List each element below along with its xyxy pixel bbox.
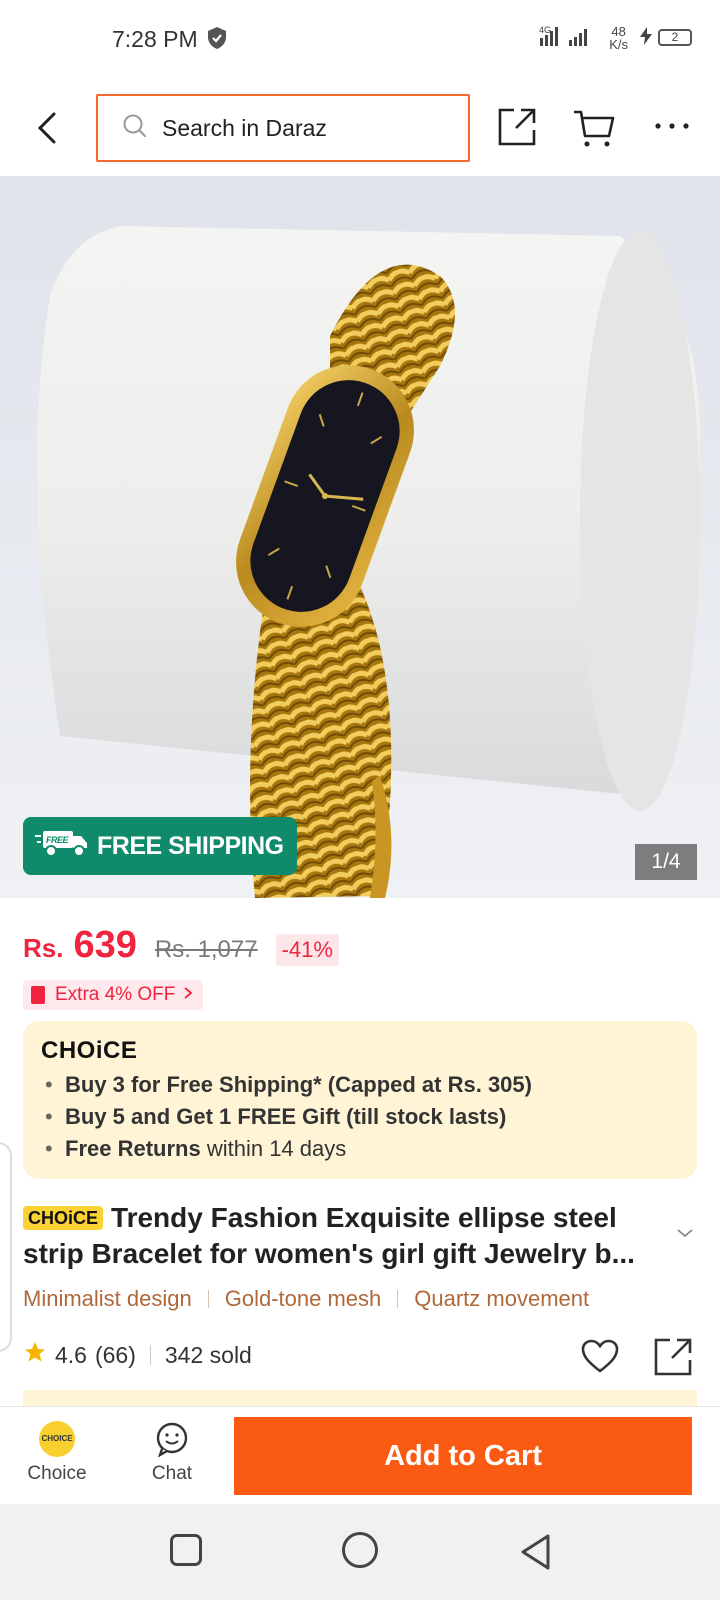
status-indicators: 4G 48 K/s 2 [539, 24, 692, 51]
choice-benefits-box[interactable]: CHOiCE • Buy 3 for Free Shipping* (Capped… [23, 1021, 697, 1179]
extra-off-promo[interactable]: Extra 4% OFF [23, 980, 204, 1010]
search-icon [122, 113, 148, 144]
speed-unit: K/s [609, 36, 628, 52]
recent-apps-button[interactable] [170, 1534, 202, 1566]
system-back-button[interactable] [518, 1532, 554, 1577]
search-placeholder: Search in Daraz [162, 114, 327, 141]
tag: Quartz movement [414, 1286, 590, 1311]
sold-count: 342 sold [164, 1341, 252, 1368]
network-speed: 48 K/s [609, 25, 628, 51]
truck-icon: FREE [35, 828, 89, 865]
wishlist-button[interactable] [580, 1338, 620, 1379]
bottom-action-bar: CHOICE Choice Chat Add to Cart [0, 1406, 720, 1504]
home-button[interactable] [342, 1532, 378, 1568]
extra-off-label: Extra 4% OFF [55, 984, 176, 1005]
back-button[interactable] [30, 110, 66, 146]
shield-icon [206, 26, 228, 55]
chat-icon [154, 1421, 190, 1458]
rating-value: 4.6 [55, 1341, 87, 1368]
product-title-line2: strip Bracelet for women's girl gift Jew… [23, 1238, 635, 1269]
share-product-button[interactable] [652, 1336, 694, 1383]
choice-label: Choice [27, 1463, 87, 1484]
back-icon [37, 112, 56, 144]
free-shipping-badge: FREE FREE SHIPPING [23, 817, 297, 875]
back-triangle-icon [521, 1534, 550, 1570]
expand-title-button[interactable] [676, 1226, 694, 1244]
list-item: • Buy 3 for Free Shipping* (Capped at Rs.… [45, 1072, 532, 1097]
rating-row[interactable]: 4.6 (66) 342 sold [23, 1340, 252, 1370]
add-to-cart-button[interactable]: Add to Cart [234, 1417, 692, 1495]
product-tags: Minimalist design Gold-tone mesh Quartz … [23, 1286, 589, 1312]
battery-level: 2 [658, 29, 692, 46]
original-price: Rs. 1,077 [154, 936, 258, 963]
choice-benefits-list: • Buy 3 for Free Shipping* (Capped at Rs.… [45, 1069, 532, 1165]
tag: Gold-tone mesh [224, 1286, 382, 1311]
battery: 2 [638, 26, 692, 49]
chevron-right-icon [183, 984, 193, 1006]
choice-logo: CHOiCE [41, 1037, 138, 1064]
choice-button[interactable]: CHOICE Choice [12, 1417, 102, 1485]
more-icon [655, 123, 689, 129]
current-price: 639 [73, 924, 137, 966]
chat-button[interactable]: Chat [127, 1417, 217, 1485]
free-shipping-label: FREE SHIPPING [97, 831, 284, 860]
star-icon [23, 1340, 47, 1370]
share-icon [498, 108, 536, 146]
review-count: (66) [94, 1341, 136, 1368]
tag: Minimalist design [23, 1286, 192, 1311]
next-section-peek [23, 1390, 697, 1406]
network-type: 4G [539, 25, 551, 35]
more-options-button[interactable] [652, 106, 692, 151]
choice-icon: CHOICE [39, 1421, 75, 1457]
search-bar[interactable]: Search in Daraz [96, 94, 470, 162]
product-title-line1: Trendy Fashion Exquisite ellipse steel [111, 1202, 617, 1233]
product-image-gallery[interactable] [0, 176, 720, 898]
product-photo [37, 226, 700, 898]
status-bar: 7:28 PM 4G 48 K/s 2 [0, 0, 720, 80]
list-item: • Free Returns within 14 days [45, 1136, 347, 1161]
system-nav-bar [0, 1504, 720, 1600]
cart-button[interactable] [572, 106, 616, 155]
free-badge-text: FREE [46, 835, 70, 845]
price-row: Rs. 639 Rs. 1,077 -41% [23, 924, 339, 967]
choice-badge: CHOiCE [23, 1206, 104, 1230]
discount-badge: -41% [275, 934, 339, 966]
top-header: Search in Daraz [0, 80, 720, 176]
side-drawer-handle[interactable] [0, 1142, 12, 1352]
image-counter: 1/4 [635, 844, 697, 880]
cart-icon [574, 110, 615, 147]
chevron-down-icon [677, 1229, 693, 1238]
price-currency: Rs. [23, 933, 64, 963]
list-item: • Buy 5 and Get 1 FREE Gift (till stock l… [45, 1104, 507, 1129]
share-button[interactable] [496, 106, 538, 153]
signal-icon: 4G [539, 24, 599, 51]
product-title: CHOiCE Trendy Fashion Exquisite ellipse s… [23, 1200, 663, 1272]
chat-label: Chat [151, 1463, 193, 1484]
voucher-icon [31, 986, 45, 1004]
status-time: 7:28 PM [112, 26, 198, 52]
heart-icon [581, 1339, 619, 1373]
share-icon [654, 1338, 692, 1376]
charging-icon [638, 26, 654, 49]
